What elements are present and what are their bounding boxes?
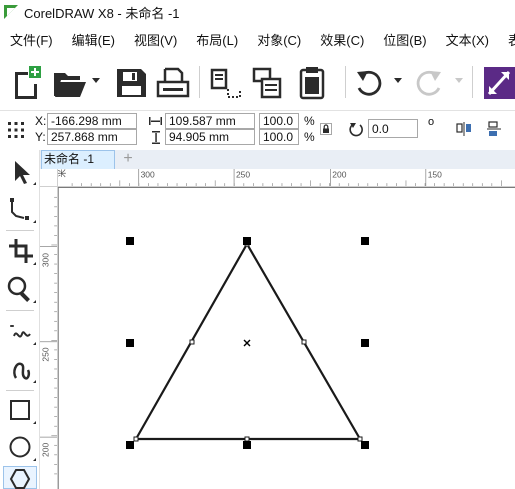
drawing-canvas[interactable] bbox=[58, 187, 515, 489]
x-position-field[interactable] bbox=[47, 113, 137, 129]
menu-file[interactable]: 文件(F) bbox=[0, 30, 62, 49]
menu-bar: 文件(F) 编辑(E) 视图(V) 布局(L) 对象(C) 效果(C) 位图(B… bbox=[0, 26, 515, 52]
ellipse-tool-icon[interactable] bbox=[4, 430, 36, 464]
scale-y-field[interactable] bbox=[259, 129, 299, 145]
freehand-tool-icon[interactable] bbox=[4, 314, 36, 348]
vertical-ruler-ticks bbox=[40, 196, 57, 475]
toolbox-separator bbox=[6, 310, 34, 311]
polygon-tool-icon[interactable] bbox=[4, 468, 36, 489]
crop-tool-icon[interactable] bbox=[4, 234, 36, 268]
effects-icon[interactable] bbox=[481, 64, 515, 100]
ruler-unit-label: 米 bbox=[58, 169, 67, 178]
horizontal-ruler[interactable]: 米 300 250 200 150 bbox=[58, 169, 515, 187]
vruler-label-300: 300 bbox=[41, 253, 51, 267]
toolbox-separator bbox=[6, 230, 34, 231]
export-icon[interactable] bbox=[248, 64, 286, 100]
property-bar: X: Y: % % o bbox=[0, 110, 515, 148]
handle-bottom-right[interactable] bbox=[361, 441, 369, 449]
title-bar: CorelDRAW X8 - 未命名 -1 bbox=[0, 0, 515, 24]
ruler-corner[interactable] bbox=[40, 169, 58, 187]
undo-dropdown-icon[interactable] bbox=[393, 75, 403, 85]
ruler-label-300: 300 bbox=[141, 170, 155, 180]
pick-tool-icon[interactable] bbox=[4, 154, 36, 188]
menu-text[interactable]: 文本(X) bbox=[436, 30, 498, 49]
mirror-horizontal-icon[interactable] bbox=[456, 121, 472, 137]
height-field[interactable] bbox=[165, 129, 255, 145]
menu-effects[interactable]: 效果(C) bbox=[310, 30, 373, 49]
zoom-tool-icon[interactable] bbox=[4, 272, 36, 306]
handle-bottom-left[interactable] bbox=[126, 441, 134, 449]
shape-tool-icon[interactable] bbox=[4, 192, 36, 226]
rotation-field[interactable] bbox=[368, 119, 418, 138]
node-mid-bottom[interactable] bbox=[244, 436, 250, 442]
height-icon bbox=[152, 131, 160, 144]
toolbar-separator bbox=[472, 66, 473, 98]
handle-top-right[interactable] bbox=[361, 237, 369, 245]
window-title: CorelDRAW X8 - 未命名 -1 bbox=[24, 5, 180, 21]
vruler-label-200: 200 bbox=[41, 443, 51, 457]
center-mark-icon[interactable] bbox=[243, 339, 251, 347]
document-tab-bar: 未命名 -1 + bbox=[40, 150, 515, 169]
menu-view[interactable]: 视图(V) bbox=[124, 30, 186, 49]
ruler-label-200: 200 bbox=[332, 170, 346, 180]
handle-top-center[interactable] bbox=[243, 237, 251, 245]
y-label: Y: bbox=[35, 130, 46, 144]
width-field[interactable] bbox=[165, 113, 255, 129]
new-document-icon[interactable] bbox=[6, 64, 44, 100]
menu-object[interactable]: 对象(C) bbox=[247, 30, 310, 49]
lock-ratio-icon[interactable] bbox=[320, 123, 332, 135]
toolbox-separator bbox=[6, 390, 34, 391]
document-tab[interactable]: 未命名 -1 bbox=[41, 150, 115, 169]
rotation-icon bbox=[349, 123, 363, 137]
x-label: X: bbox=[35, 114, 47, 128]
menu-edit[interactable]: 编辑(E) bbox=[62, 30, 124, 49]
toolbar-separator bbox=[199, 66, 200, 98]
ruler-label-250: 250 bbox=[236, 170, 250, 180]
handle-middle-left[interactable] bbox=[126, 339, 134, 347]
degree-symbol: o bbox=[428, 116, 435, 128]
handle-middle-right[interactable] bbox=[361, 339, 369, 347]
percent-y-label: % bbox=[304, 130, 315, 144]
artistic-media-icon[interactable] bbox=[4, 352, 36, 386]
print-icon[interactable] bbox=[154, 64, 192, 100]
undo-icon[interactable] bbox=[350, 64, 388, 100]
add-document-tab-button[interactable]: + bbox=[120, 151, 136, 167]
save-icon[interactable] bbox=[112, 64, 150, 100]
toolbar-separator bbox=[345, 66, 346, 98]
node-mid-right[interactable] bbox=[301, 339, 307, 345]
width-icon bbox=[149, 117, 162, 125]
menu-bitmaps[interactable]: 位图(B) bbox=[373, 30, 435, 49]
coreldraw-logo-icon bbox=[3, 4, 19, 20]
vruler-label-250: 250 bbox=[41, 347, 51, 361]
node-bottom-right[interactable] bbox=[357, 436, 363, 442]
open-folder-icon[interactable] bbox=[50, 64, 88, 100]
scale-x-field[interactable] bbox=[259, 113, 299, 129]
rectangle-tool-icon[interactable] bbox=[4, 393, 36, 427]
redo-dropdown-icon[interactable] bbox=[454, 75, 464, 85]
publish-pdf-icon[interactable] bbox=[292, 64, 330, 100]
y-position-field[interactable] bbox=[47, 129, 137, 145]
menu-layout[interactable]: 布局(L) bbox=[186, 30, 247, 49]
percent-x-label: % bbox=[304, 114, 315, 128]
redo-icon[interactable] bbox=[410, 64, 448, 100]
standard-toolbar bbox=[0, 56, 515, 108]
menu-table[interactable]: 表格 bbox=[498, 30, 515, 49]
node-bottom-left[interactable] bbox=[133, 436, 139, 442]
vertical-ruler[interactable]: 300 250 200 bbox=[40, 187, 58, 489]
node-mid-left[interactable] bbox=[189, 339, 195, 345]
ruler-label-150: 150 bbox=[428, 170, 442, 180]
reference-point-icon[interactable] bbox=[7, 121, 25, 139]
import-icon[interactable] bbox=[206, 64, 244, 100]
handle-top-left[interactable] bbox=[126, 237, 134, 245]
handle-bottom-center[interactable] bbox=[243, 441, 251, 449]
toolbox bbox=[0, 150, 40, 489]
open-dropdown-icon[interactable] bbox=[91, 75, 101, 85]
mirror-vertical-icon[interactable] bbox=[486, 121, 502, 137]
